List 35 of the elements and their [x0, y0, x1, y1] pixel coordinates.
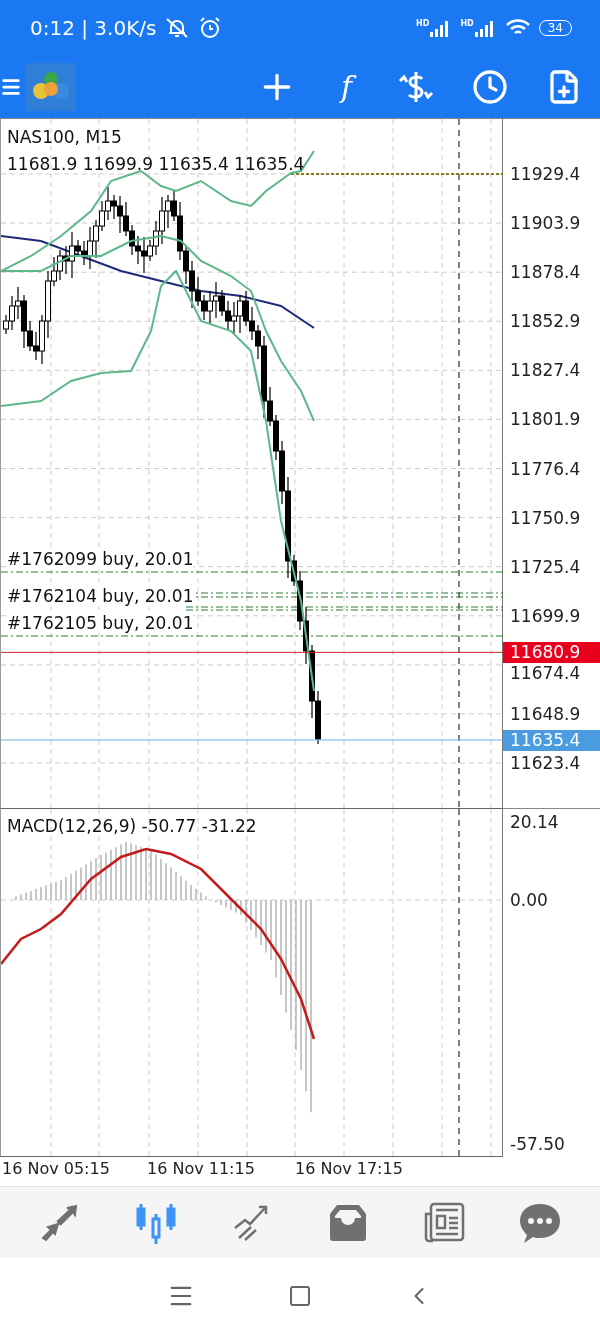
price-axis-label: 11776.4: [510, 459, 581, 478]
last-price-tag: 11635.4: [503, 729, 600, 751]
price-axis-label: 11674.4: [510, 664, 581, 683]
bid-price-tag: 11680.9: [503, 642, 600, 664]
home-button[interactable]: [288, 1283, 312, 1308]
clock-icon: [472, 68, 508, 105]
price-axis-label: 11699.9: [510, 606, 581, 625]
price-axis-label: 11725.4: [510, 557, 581, 576]
order-label: #1762099 buy, 20.01: [7, 549, 194, 569]
macd-axis-label: 20.14: [510, 813, 559, 831]
time-axis-label: 16 Nov 11:15: [147, 1159, 255, 1178]
price-axis-label: 11750.9: [510, 508, 581, 527]
price-axis-label: 11623.4: [510, 754, 581, 773]
price-axis-label: 11929.4: [510, 165, 581, 183]
order-label: #1762104 buy, 20.01: [7, 586, 194, 606]
price-axis-label: 11827.4: [510, 361, 581, 380]
macd-axis-label: 0.00: [510, 891, 548, 909]
square-icon: [288, 1283, 312, 1308]
price-axis-label: 11852.9: [510, 312, 581, 331]
macd-title: MACD(12,26,9) -50.77 -31.22: [7, 816, 257, 836]
price-axis-label: 11801.9: [510, 410, 581, 429]
indicators-button[interactable]: f: [332, 66, 360, 107]
hd-label: HD: [460, 18, 474, 28]
price-axis-label: 11878.4: [510, 263, 581, 282]
hd-label: HD: [416, 18, 430, 28]
status-time: 0:12 | 3.0K/s: [30, 15, 157, 40]
price-axis-label: 11648.9: [510, 704, 581, 723]
time-axis-label: 16 Nov 05:15: [2, 1159, 110, 1178]
price-axis-label: 11903.9: [510, 214, 581, 233]
time-axis-label: 16 Nov 17:15: [295, 1159, 403, 1178]
macd-axis-label: -57.50: [510, 1135, 565, 1153]
symbol-title: NAS100, M15: [7, 127, 122, 147]
order-label: #1762105 buy, 20.01: [7, 613, 194, 633]
app-logo[interactable]: [26, 62, 76, 111]
ohlc-values: 11681.9 11699.9 11635.4 11635.4: [7, 154, 305, 174]
